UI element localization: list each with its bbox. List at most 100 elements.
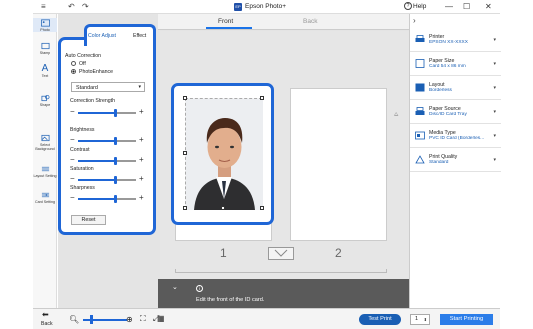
sharpness-slider[interactable]: − +: [70, 193, 150, 203]
slider-thumb[interactable]: [114, 195, 118, 203]
resize-handle[interactable]: [260, 96, 264, 100]
tab-front-indicator: [206, 27, 252, 29]
rail-card-setting[interactable]: Card Setting: [33, 191, 57, 204]
auto-correction-label: Auto Correction: [65, 53, 102, 59]
setting-print-quality[interactable]: Print Quality Standard ▾: [410, 150, 501, 172]
fit-screen-icon[interactable]: ⛶: [140, 314, 146, 324]
zoom-in-icon[interactable]: ⊕: [126, 315, 133, 324]
slider-track: [115, 179, 136, 181]
slider-thumb[interactable]: [114, 157, 118, 165]
stamp-icon: [41, 42, 49, 50]
collapse-icon[interactable]: ⌄: [172, 283, 178, 291]
paper-size-icon: [415, 59, 425, 68]
dropdown-arrow-icon: ▾: [493, 157, 496, 163]
slider-track: [115, 112, 136, 114]
dropdown-arrow-icon: ▾: [493, 37, 496, 43]
rail-stamp[interactable]: Stamp: [33, 42, 57, 55]
reset-button[interactable]: Reset: [71, 215, 106, 225]
card-setting-icon: [41, 192, 49, 198]
increase-icon[interactable]: +: [139, 135, 144, 144]
back-label[interactable]: Back: [41, 321, 53, 327]
sharpness-label: Sharpness: [70, 185, 95, 191]
printer-icon: [415, 35, 425, 42]
resize-handle[interactable]: [183, 96, 187, 100]
setting-paper-source[interactable]: Paper Source Disc/ID Card Tray ▾: [410, 102, 501, 124]
increase-icon[interactable]: +: [139, 155, 144, 164]
rail-label: Layout Setting: [33, 174, 57, 178]
setting-media-type[interactable]: Media Type PVC ID Card (Borderles... ▾: [410, 126, 501, 148]
setting-paper-size[interactable]: Paper Size Card 54 x 86 mm ▾: [410, 54, 501, 76]
photo-icon: [40, 19, 50, 27]
copies-stepper[interactable]: 1 ⬍: [410, 314, 430, 325]
increase-icon[interactable]: +: [139, 107, 144, 116]
resize-handle[interactable]: [260, 206, 264, 210]
resize-handle[interactable]: [221, 206, 225, 210]
mode-select[interactable]: Standard ▾: [71, 82, 145, 92]
increase-icon[interactable]: +: [139, 174, 144, 183]
tab-back[interactable]: Back: [303, 18, 317, 25]
saturation-label: Saturation: [70, 166, 94, 172]
zoom-slider-thumb[interactable]: [90, 315, 93, 324]
mode-select-value: Standard: [76, 84, 98, 91]
contrast-slider[interactable]: − +: [70, 155, 150, 165]
paper-source-icon: [415, 107, 425, 115]
expand-panel-icon[interactable]: ›: [413, 16, 416, 25]
footer-bar: ⬅ Back 🔍︎ ⊕ ⛶ ⤢ ▦ Test Print 1 ⬍ Start P…: [33, 308, 500, 329]
rail-label: Shape: [39, 103, 51, 107]
zoom-out-icon[interactable]: 🔍︎: [69, 315, 79, 324]
close-button[interactable]: ✕: [485, 2, 492, 11]
collapse-arrow-icon[interactable]: ⩠: [394, 111, 398, 119]
increase-icon[interactable]: +: [139, 193, 144, 202]
dropdown-arrow-icon: ▾: [493, 133, 496, 139]
decrease-icon[interactable]: −: [70, 174, 75, 183]
swap-icon: [274, 249, 288, 257]
minimize-button[interactable]: —: [445, 2, 453, 11]
side-tabs: Front Back: [158, 14, 409, 30]
photo-frame[interactable]: [185, 98, 263, 210]
maximize-button[interactable]: ☐: [463, 2, 470, 11]
rail-layout-setting[interactable]: Layout Setting: [33, 165, 57, 178]
help-link[interactable]: Help: [413, 3, 426, 10]
tab-color-adjust[interactable]: Color Adjust: [88, 33, 116, 39]
tab-front[interactable]: Front: [218, 18, 233, 25]
card-front-2[interactable]: [290, 88, 387, 241]
correction-strength-slider[interactable]: − +: [70, 107, 150, 117]
menu-icon[interactable]: ≡: [41, 2, 46, 12]
brightness-slider[interactable]: − +: [70, 135, 150, 145]
slider-thumb[interactable]: [114, 176, 118, 184]
redo-icon[interactable]: ↷: [82, 2, 89, 12]
slider-fill: [78, 198, 116, 200]
rail-select-background[interactable]: Select Background: [33, 134, 57, 151]
undo-icon[interactable]: ↶: [68, 2, 75, 12]
resize-handle[interactable]: [183, 206, 187, 210]
slider-thumb[interactable]: [114, 109, 118, 117]
decrease-icon[interactable]: −: [70, 135, 75, 144]
setting-value: PVC ID Card (Borderles...: [429, 136, 485, 141]
contrast-label: Contrast: [70, 147, 90, 153]
setting-layout[interactable]: Layout Borderless ▾: [410, 78, 501, 100]
tab-effect[interactable]: Effect: [133, 33, 146, 39]
back-arrow-icon[interactable]: ⬅: [42, 310, 49, 319]
setting-printer[interactable]: Printer EPSON XX-XXXX ▾: [410, 30, 501, 52]
decrease-icon[interactable]: −: [70, 193, 75, 202]
rail-shape[interactable]: Shape: [33, 94, 57, 107]
decrease-icon[interactable]: −: [70, 155, 75, 164]
title-bar: ≡ ↶ ↷ EP Epson Photo+ ? Help — ☐ ✕: [33, 0, 500, 14]
radio-off[interactable]: [71, 61, 76, 66]
test-print-button[interactable]: Test Print: [359, 314, 401, 325]
saturation-slider[interactable]: − +: [70, 174, 150, 184]
rail-text[interactable]: A Text: [33, 64, 57, 79]
rail-photo[interactable]: Photo: [33, 18, 57, 32]
radio-photoenhance[interactable]: [71, 69, 76, 74]
info-icon: i: [196, 285, 203, 292]
grid-icon[interactable]: ▦: [157, 314, 165, 323]
swap-button[interactable]: [268, 247, 294, 260]
help-icon[interactable]: ?: [404, 2, 412, 10]
layout-icon: [415, 83, 425, 92]
slider-thumb[interactable]: [114, 137, 118, 145]
resize-handle[interactable]: [183, 151, 187, 155]
decrease-icon[interactable]: −: [70, 107, 75, 116]
slider-fill: [78, 179, 116, 181]
layout-icon: [41, 166, 49, 172]
start-printing-button[interactable]: Start Printing: [440, 314, 493, 325]
